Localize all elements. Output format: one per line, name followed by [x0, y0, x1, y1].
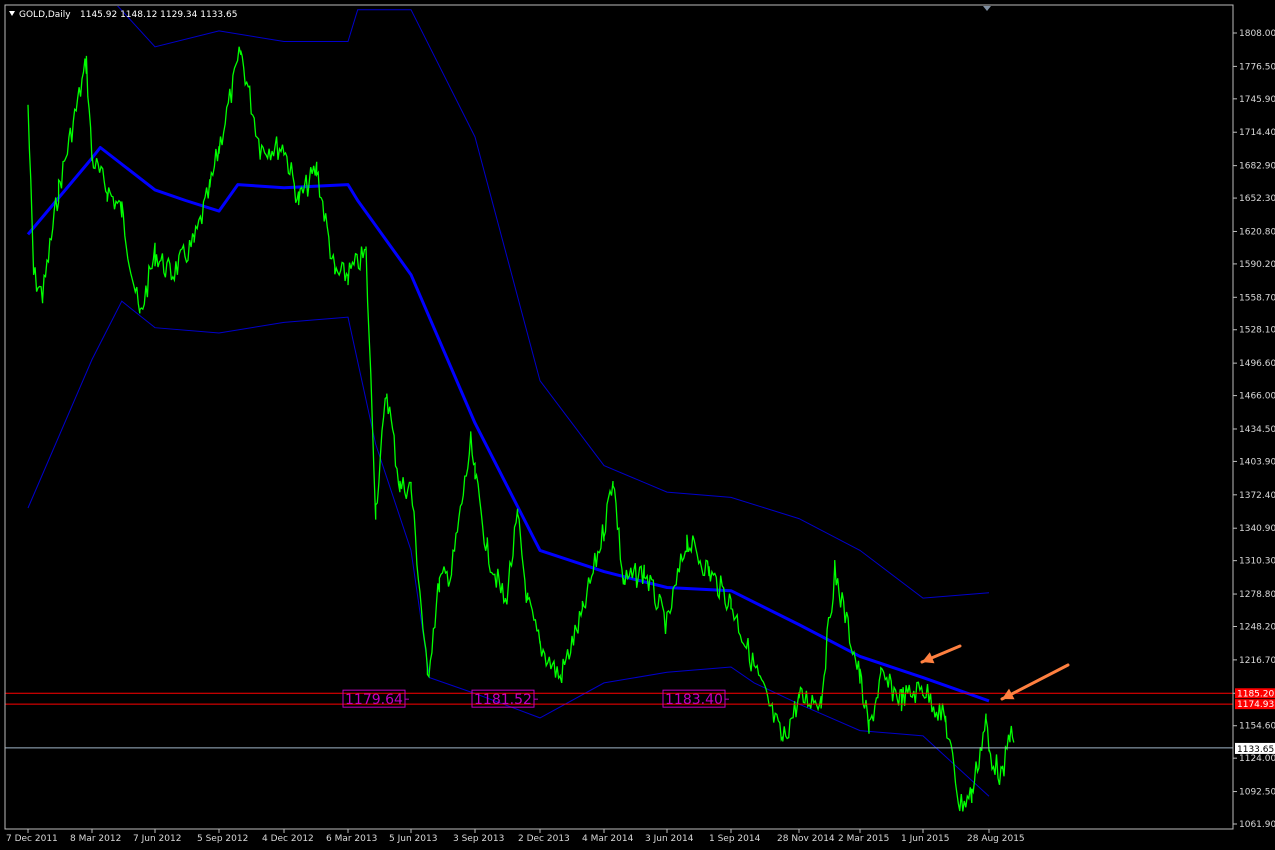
y-tick-label: 1248.20	[1239, 622, 1275, 632]
y-tick-label: 1528.10	[1239, 326, 1275, 336]
x-tick-label: 1 Sep 2014	[709, 834, 761, 844]
x-tick-label: 7 Dec 2011	[6, 834, 58, 844]
level-price-tag-label: 1174.93	[1237, 700, 1274, 710]
y-tick-label: 1714.40	[1239, 128, 1275, 138]
x-tick-label: 8 Mar 2012	[70, 834, 121, 844]
y-tick-label: 1310.30	[1239, 557, 1275, 567]
level-price-tag: 1185.20	[1235, 688, 1275, 699]
y-tick-label: 1340.90	[1239, 524, 1275, 534]
y-tick-label: 1496.60	[1239, 359, 1275, 369]
price-annotation-box: 1179.64	[342, 689, 409, 708]
x-tick-label: 4 Dec 2012	[262, 834, 314, 844]
current-price-tag: 1133.65	[1235, 742, 1275, 755]
level-price-tag-label: 1185.20	[1237, 689, 1274, 699]
x-tick-label: 5 Jun 2013	[389, 834, 437, 844]
y-tick-label: 1776.50	[1239, 62, 1275, 72]
x-tick-label: 3 Sep 2013	[453, 834, 504, 844]
x-tick-label: 28 Aug 2015	[967, 834, 1025, 844]
x-tick-label: 2 Mar 2015	[838, 834, 889, 844]
y-tick-label: 1652.30	[1239, 194, 1275, 204]
annotation-label: 1181.52	[474, 692, 532, 708]
x-tick-label: 6 Mar 2013	[326, 834, 377, 844]
y-tick-label: 1682.90	[1239, 162, 1275, 172]
x-tick-label: 5 Sep 2012	[197, 834, 248, 844]
ohlc-readout: 1145.92 1148.12 1129.34 1133.65	[80, 10, 237, 20]
level-price-tag: 1174.93	[1235, 699, 1275, 710]
x-tick-label: 2 Dec 2013	[518, 834, 570, 844]
x-tick-label: 7 Jun 2012	[133, 834, 181, 844]
current-price-label: 1133.65	[1237, 745, 1274, 755]
y-tick-label: 1124.00	[1239, 754, 1275, 764]
x-tick-label: 1 Jun 2015	[901, 834, 949, 844]
annotation-label: 1183.40	[665, 692, 723, 708]
y-tick-label: 1216.70	[1239, 656, 1275, 666]
y-tick-label: 1745.90	[1239, 95, 1275, 105]
price-annotation-box: 1181.52	[471, 689, 538, 708]
gold-daily-chart[interactable]: 1179.64 1181.52 1183.40 1808.00 1776.50 1745…	[0, 0, 1275, 850]
y-tick-label: 1620.80	[1239, 227, 1275, 237]
symbol-title: GOLD,Daily	[19, 10, 71, 20]
y-tick-label: 1466.00	[1239, 392, 1275, 402]
y-tick-label: 1372.40	[1239, 491, 1275, 501]
y-tick-label: 1061.90	[1239, 820, 1275, 830]
y-tick-label: 1403.90	[1239, 457, 1275, 467]
y-tick-label: 1092.50	[1239, 788, 1275, 798]
y-tick-label: 1590.20	[1239, 260, 1275, 270]
y-tick-label: 1434.50	[1239, 425, 1275, 435]
x-tick-label: 28 Nov 2014	[777, 834, 835, 844]
y-tick-label: 1808.00	[1239, 29, 1275, 39]
x-tick-label: 3 Jun 2014	[645, 834, 694, 844]
y-tick-label: 1154.60	[1239, 722, 1275, 732]
y-tick-label: 1558.70	[1239, 293, 1275, 303]
x-tick-label: 4 Mar 2014	[582, 834, 634, 844]
annotation-label: 1179.64	[345, 692, 403, 708]
y-tick-label: 1278.80	[1239, 590, 1275, 600]
price-annotation-box: 1183.40	[662, 689, 729, 708]
